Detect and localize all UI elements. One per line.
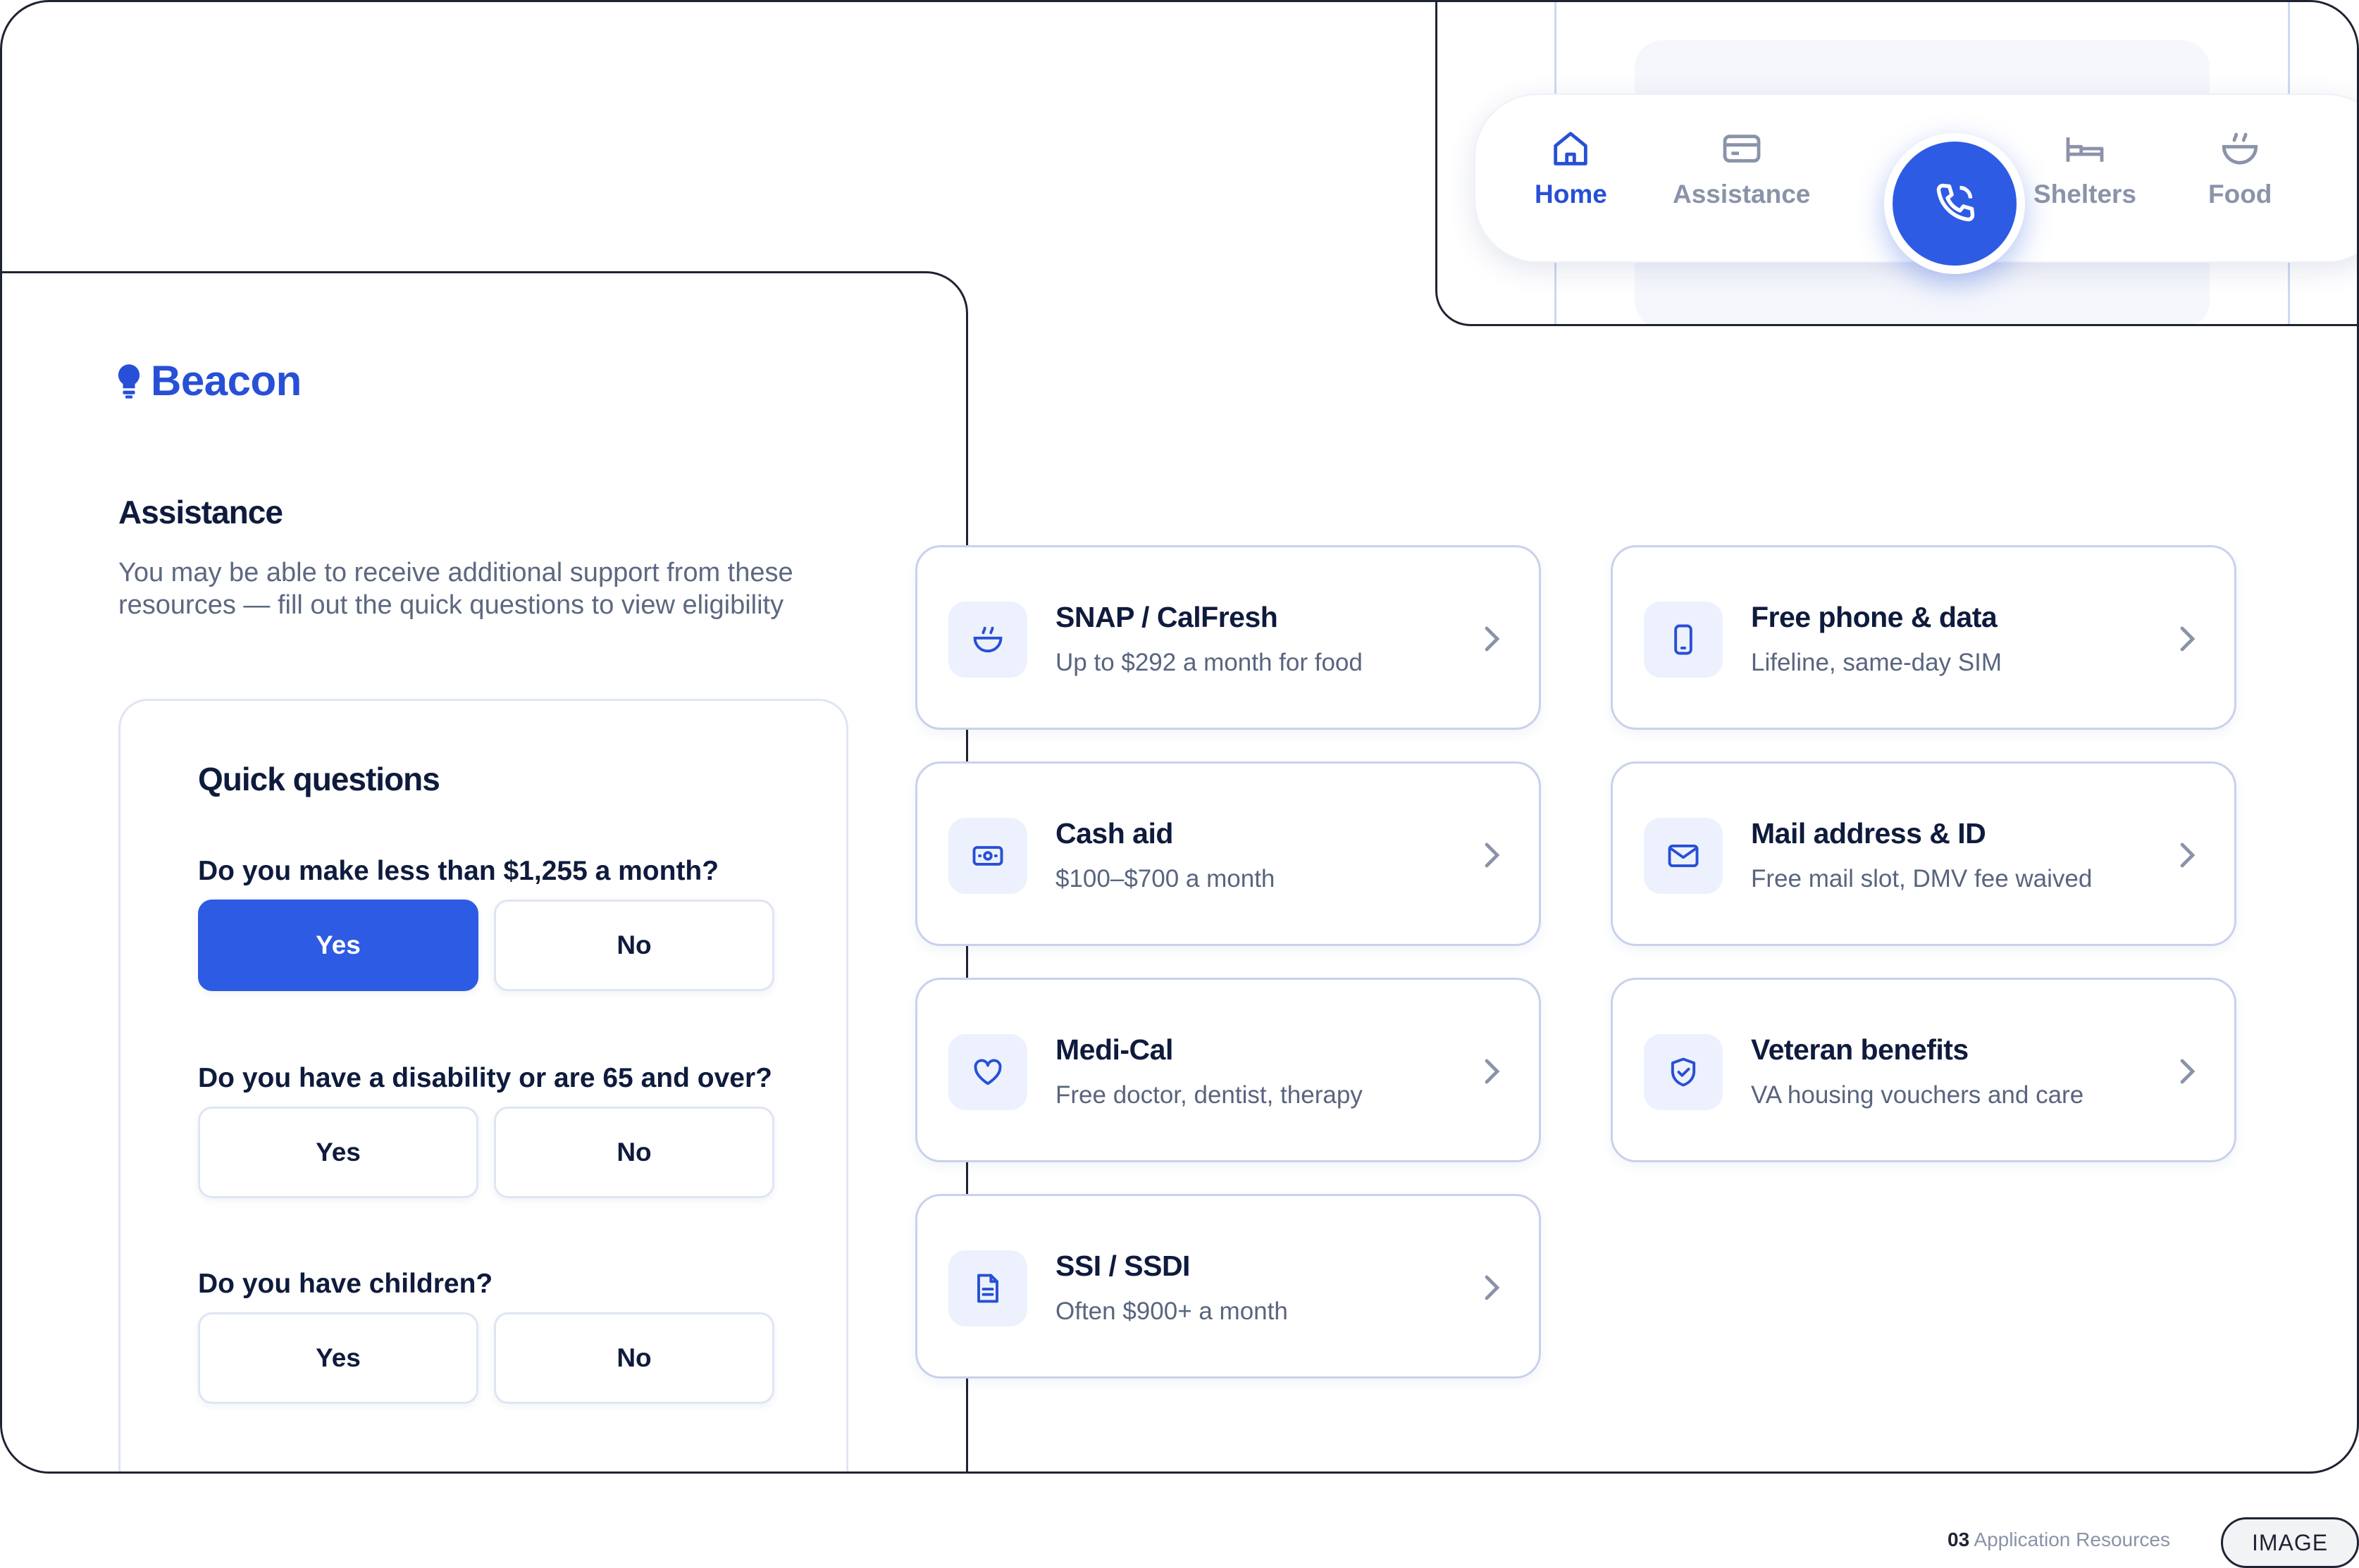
question-disability: Do you have a disability or are 65 and o…	[198, 1063, 772, 1093]
nav-preview: Home Assistance Shelters Food	[1435, 2, 2357, 326]
slide-number: 03	[1948, 1529, 1970, 1550]
chevron-right-icon	[1485, 1275, 1500, 1300]
page-description: You may be able to receive additional su…	[118, 558, 793, 620]
slide-label: Application Resources	[1974, 1529, 2170, 1550]
resource-title: Medi-Cal	[1055, 1033, 1173, 1066]
slide-caption: 03 Application Resources	[1948, 1529, 2170, 1551]
nav-label-home: Home	[1535, 180, 1607, 209]
home-icon	[1554, 132, 1588, 166]
call-button[interactable]	[1884, 133, 2025, 274]
phone-device-icon	[1674, 624, 1692, 655]
app-panel: Beacon Assistance You may be able to rec…	[2, 271, 968, 1471]
no-button-children[interactable]: No	[494, 1312, 774, 1404]
nav-label-shelters: Shelters	[2033, 180, 2137, 209]
resource-card-snap[interactable]: SNAP / CalFresh Up to $292 a month for f…	[915, 545, 1541, 730]
device-frame: Home Assistance Shelters Food Beacon Ass…	[0, 0, 2359, 1474]
document-icon	[977, 1274, 998, 1303]
nav-item-assistance[interactable]: Assistance	[1673, 126, 1810, 209]
chevron-right-icon	[1485, 1059, 1500, 1084]
resource-title: Veteran benefits	[1751, 1033, 1969, 1066]
answer-row-income: Yes No	[198, 900, 774, 991]
yes-button-income[interactable]: Yes	[198, 900, 478, 991]
chevron-right-icon	[2180, 842, 2196, 868]
chevron-right-icon	[2180, 1059, 2196, 1084]
resource-icon-box	[1644, 818, 1723, 894]
quick-questions-card: Quick questions Do you make less than $1…	[118, 699, 848, 1471]
resource-icon-box	[948, 1250, 1027, 1326]
question-children: Do you have children?	[198, 1269, 493, 1299]
no-button-income[interactable]: No	[494, 900, 774, 991]
resource-card-ssi[interactable]: SSI / SSDI Often $900+ a month	[915, 1194, 1541, 1379]
slide: Home Assistance Shelters Food Beacon Ass…	[0, 0, 2359, 1568]
yes-button-children[interactable]: Yes	[198, 1312, 478, 1404]
card-icon	[1723, 135, 1761, 163]
mail-icon	[1668, 844, 1699, 868]
answer-row-children: Yes No	[198, 1312, 774, 1404]
chevron-right-icon	[1485, 842, 1500, 868]
bowl-icon	[2222, 132, 2258, 165]
resource-subtitle: Lifeline, same-day SIM	[1751, 649, 2002, 676]
resource-icon-box	[948, 818, 1027, 894]
resource-card-medi-cal[interactable]: Medi-Cal Free doctor, dentist, therapy	[915, 978, 1541, 1162]
question-income: Do you make less than $1,255 a month?	[198, 856, 719, 886]
resource-icon-box	[1644, 602, 1723, 678]
bed-icon	[2066, 137, 2104, 162]
resource-subtitle: $100–$700 a month	[1055, 865, 1275, 892]
resource-title: SNAP / CalFresh	[1055, 601, 1278, 633]
resource-card-veteran[interactable]: Veteran benefits VA housing vouchers and…	[1611, 978, 2236, 1162]
shield-icon	[1671, 1057, 1696, 1087]
resource-card-phone[interactable]: Free phone & data Lifeline, same-day SIM	[1611, 545, 2236, 730]
quick-questions-title: Quick questions	[198, 761, 440, 797]
resource-icon-box	[948, 602, 1027, 678]
resource-title: Mail address & ID	[1751, 817, 1986, 850]
resource-icon-box	[1644, 1034, 1723, 1110]
resource-icon-box	[948, 1034, 1027, 1110]
resource-title: Cash aid	[1055, 817, 1173, 850]
resource-card-mail[interactable]: Mail address & ID Free mail slot, DMV fe…	[1611, 761, 2236, 946]
resource-title: SSI / SSDI	[1055, 1250, 1190, 1282]
answer-row-disability: Yes No	[198, 1107, 774, 1198]
nav-label-assistance: Assistance	[1673, 180, 1811, 209]
resource-subtitle: Free mail slot, DMV fee waived	[1751, 865, 2093, 892]
brand-name: Beacon	[151, 357, 302, 404]
chevron-right-icon	[1485, 626, 1500, 652]
nav-item-food[interactable]: Food	[2208, 126, 2272, 209]
page-title: Assistance	[118, 494, 283, 530]
heart-icon	[974, 1059, 1002, 1085]
bottom-nav-bar: Home Assistance Shelters Food	[1474, 94, 2357, 274]
phone-icon	[1936, 183, 1975, 222]
resource-subtitle: Free doctor, dentist, therapy	[1055, 1081, 1363, 1109]
resource-card-cash-aid[interactable]: Cash aid $100–$700 a month	[915, 761, 1541, 946]
nav-label-food: Food	[2208, 180, 2272, 209]
resource-subtitle: Often $900+ a month	[1055, 1298, 1288, 1325]
cash-icon	[972, 846, 1003, 866]
resource-title: Free phone & data	[1751, 601, 1998, 633]
resource-subtitle: VA housing vouchers and care	[1751, 1081, 2084, 1109]
yes-button-disability[interactable]: Yes	[198, 1107, 478, 1198]
chevron-right-icon	[2180, 626, 2196, 652]
lightbulb-icon	[118, 363, 140, 399]
image-tag: IMAGE	[2221, 1517, 2359, 1568]
no-button-disability[interactable]: No	[494, 1107, 774, 1198]
bowl-icon	[973, 626, 1003, 653]
nav-item-home[interactable]: Home	[1535, 126, 1607, 209]
nav-item-shelters[interactable]: Shelters	[2033, 126, 2136, 209]
brand-logo[interactable]: Beacon	[117, 356, 302, 405]
resource-subtitle: Up to $292 a month for food	[1055, 649, 1363, 676]
